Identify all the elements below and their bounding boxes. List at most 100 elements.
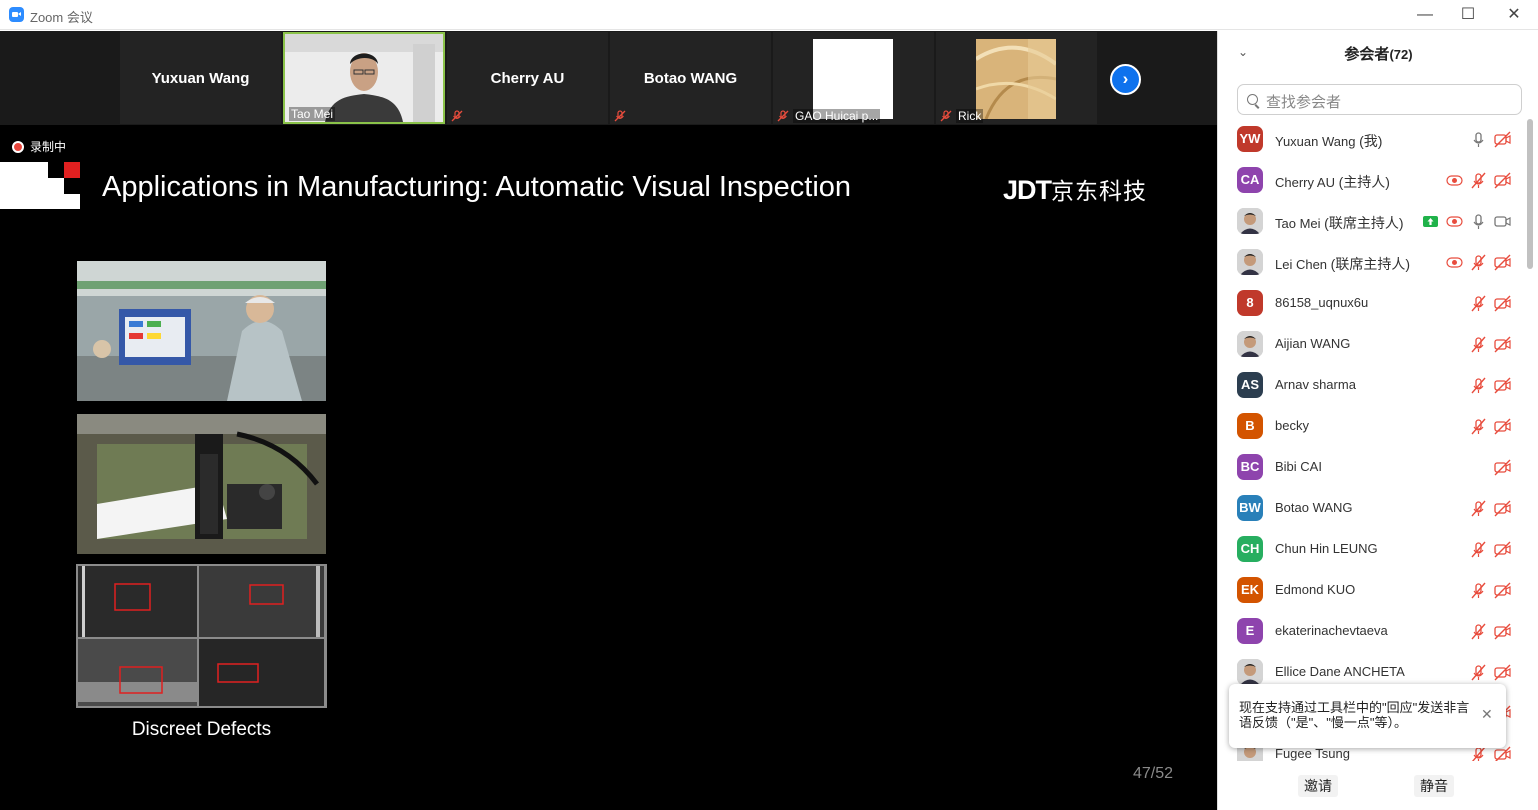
microphone-muted-icon[interactable]: [1470, 541, 1487, 558]
recording-indicator[interactable]: 录制中: [12, 138, 66, 155]
microphone-icon[interactable]: [1470, 131, 1487, 148]
video-tile[interactable]: Rick: [936, 32, 1097, 124]
search-icon: [1247, 94, 1258, 105]
recording-label: 录制中: [30, 140, 67, 154]
participant-row[interactable]: Lei Chen (联席主持人): [1218, 242, 1524, 283]
video-icon[interactable]: [1494, 213, 1511, 230]
microphone-muted-icon[interactable]: [1470, 623, 1487, 640]
microphone-muted-icon[interactable]: [1470, 582, 1487, 599]
slide-corner-graphic: [0, 162, 80, 209]
participant-name: 86158_uqnux6u: [1275, 295, 1369, 310]
participant-row[interactable]: BW Botao WANG: [1218, 488, 1524, 529]
participant-row[interactable]: YW Yuxuan Wang (我): [1218, 119, 1524, 160]
video-off-icon[interactable]: [1494, 336, 1511, 353]
participant-row[interactable]: AS Arnav sharma: [1218, 365, 1524, 406]
participant-list: YW Yuxuan Wang (我) CA Cherry AU (主持人) Tao Me…: [1218, 119, 1524, 761]
microphone-muted-icon[interactable]: [1470, 664, 1487, 681]
video-off-icon[interactable]: [1494, 664, 1511, 681]
microphone-muted-icon[interactable]: [1470, 254, 1487, 271]
microphone-muted-icon: [777, 110, 789, 122]
video-off-icon[interactable]: [1494, 131, 1511, 148]
participant-name: Bibi CAI: [1275, 459, 1322, 474]
video-off-icon[interactable]: [1494, 295, 1511, 312]
defects-image-grid: [76, 564, 327, 708]
participant-name: Tao Mei: [289, 107, 336, 121]
microphone-muted-icon[interactable]: [1470, 500, 1487, 517]
participant-row[interactable]: Bbecky: [1218, 406, 1524, 447]
mute-all-button[interactable]: 静音: [1414, 775, 1454, 797]
panel-title: 参会者(72): [1344, 46, 1413, 63]
video-off-icon[interactable]: [1494, 254, 1511, 271]
avatar: 8: [1237, 290, 1263, 316]
chevron-right-icon[interactable]: ›: [1110, 64, 1141, 95]
invite-button[interactable]: 邀请: [1298, 775, 1338, 797]
participant-row[interactable]: CH Chun Hin LEUNG: [1218, 529, 1524, 570]
video-tile[interactable]: GAO Huicai p...: [773, 32, 934, 124]
share-screen-icon[interactable]: [1422, 213, 1439, 230]
video-tile-active-speaker[interactable]: Tao Mei: [283, 32, 445, 124]
avatar: CA: [1237, 167, 1263, 193]
close-icon[interactable]: ✕: [1503, 4, 1525, 26]
participant-name: Yuxuan Wang (我): [1275, 133, 1383, 149]
machine-camera-image: [77, 414, 326, 554]
factory-inspection-image: [77, 261, 326, 401]
defects-caption: Discreet Defects: [131, 719, 272, 740]
microphone-muted-icon[interactable]: [1470, 377, 1487, 394]
microphone-muted-icon[interactable]: [1470, 746, 1487, 761]
video-off-icon[interactable]: [1494, 377, 1511, 394]
participant-row[interactable]: 8 86158_uqnux6u: [1218, 283, 1524, 324]
participant-avatar-image: [813, 39, 893, 119]
video-off-icon[interactable]: [1494, 746, 1511, 761]
participant-row[interactable]: CA Cherry AU (主持人): [1218, 160, 1524, 201]
recording-icon[interactable]: [1446, 254, 1463, 271]
participant-row[interactable]: Tao Mei (联席主持人): [1218, 201, 1524, 242]
participant-name: Arnav sharma: [1275, 377, 1356, 392]
avatar: [1237, 659, 1263, 685]
video-off-icon[interactable]: [1494, 459, 1511, 476]
avatar: CH: [1237, 536, 1263, 562]
close-icon[interactable]: ✕: [1481, 706, 1493, 723]
search-placeholder: 查找参会者: [1266, 94, 1342, 111]
avatar: BW: [1237, 495, 1263, 521]
video-off-icon[interactable]: [1494, 500, 1511, 517]
participant-name: Rick: [956, 109, 984, 123]
jdt-logo: JDT京东科技: [1003, 175, 1148, 205]
video-off-icon[interactable]: [1494, 541, 1511, 558]
recording-icon[interactable]: [1446, 172, 1463, 189]
avatar: E: [1237, 618, 1263, 644]
video-off-icon[interactable]: [1494, 623, 1511, 640]
participant-name: GAO Huicai p...: [793, 109, 881, 123]
participant-name: ekaterinachevtaeva: [1275, 623, 1388, 638]
participant-name: Ellice Dane ANCHETA: [1275, 664, 1405, 679]
participant-row[interactable]: EK Edmond KUO: [1218, 570, 1524, 611]
minimize-icon[interactable]: —: [1414, 4, 1436, 26]
maximize-icon[interactable]: ☐: [1457, 4, 1479, 26]
participant-row[interactable]: Aijian WANG: [1218, 324, 1524, 365]
microphone-muted-icon[interactable]: [1470, 336, 1487, 353]
video-tile[interactable]: Yuxuan Wang: [120, 32, 281, 124]
recording-icon[interactable]: [1446, 213, 1463, 230]
slide-title: Applications in Manufacturing: Automatic…: [102, 171, 852, 203]
video-strip: Yuxuan Wang Tao Mei Cherry AU Botao WANG: [0, 31, 1217, 125]
participant-name: Chun Hin LEUNG: [1275, 541, 1378, 556]
microphone-muted-icon: [451, 110, 463, 122]
avatar: [1237, 208, 1263, 234]
microphone-muted-icon[interactable]: [1470, 295, 1487, 312]
video-tile[interactable]: Botao WANG: [610, 32, 771, 124]
video-off-icon[interactable]: [1494, 582, 1511, 599]
microphone-muted-icon[interactable]: [1470, 172, 1487, 189]
search-input[interactable]: 查找参会者: [1237, 84, 1522, 115]
participant-name: Aijian WANG: [1275, 336, 1351, 351]
participant-name: becky: [1275, 418, 1309, 433]
video-tile[interactable]: Cherry AU: [447, 32, 608, 124]
video-off-icon[interactable]: [1494, 418, 1511, 435]
participant-row[interactable]: BC Bibi CAI: [1218, 447, 1524, 488]
participant-name: Cherry AU (主持人): [1275, 174, 1390, 190]
microphone-muted-icon[interactable]: [1470, 418, 1487, 435]
avatar: B: [1237, 413, 1263, 439]
scrollbar[interactable]: [1527, 119, 1533, 269]
video-off-icon[interactable]: [1494, 172, 1511, 189]
participant-row[interactable]: Eekaterinachevtaeva: [1218, 611, 1524, 652]
avatar: BC: [1237, 454, 1263, 480]
microphone-icon[interactable]: [1470, 213, 1487, 230]
